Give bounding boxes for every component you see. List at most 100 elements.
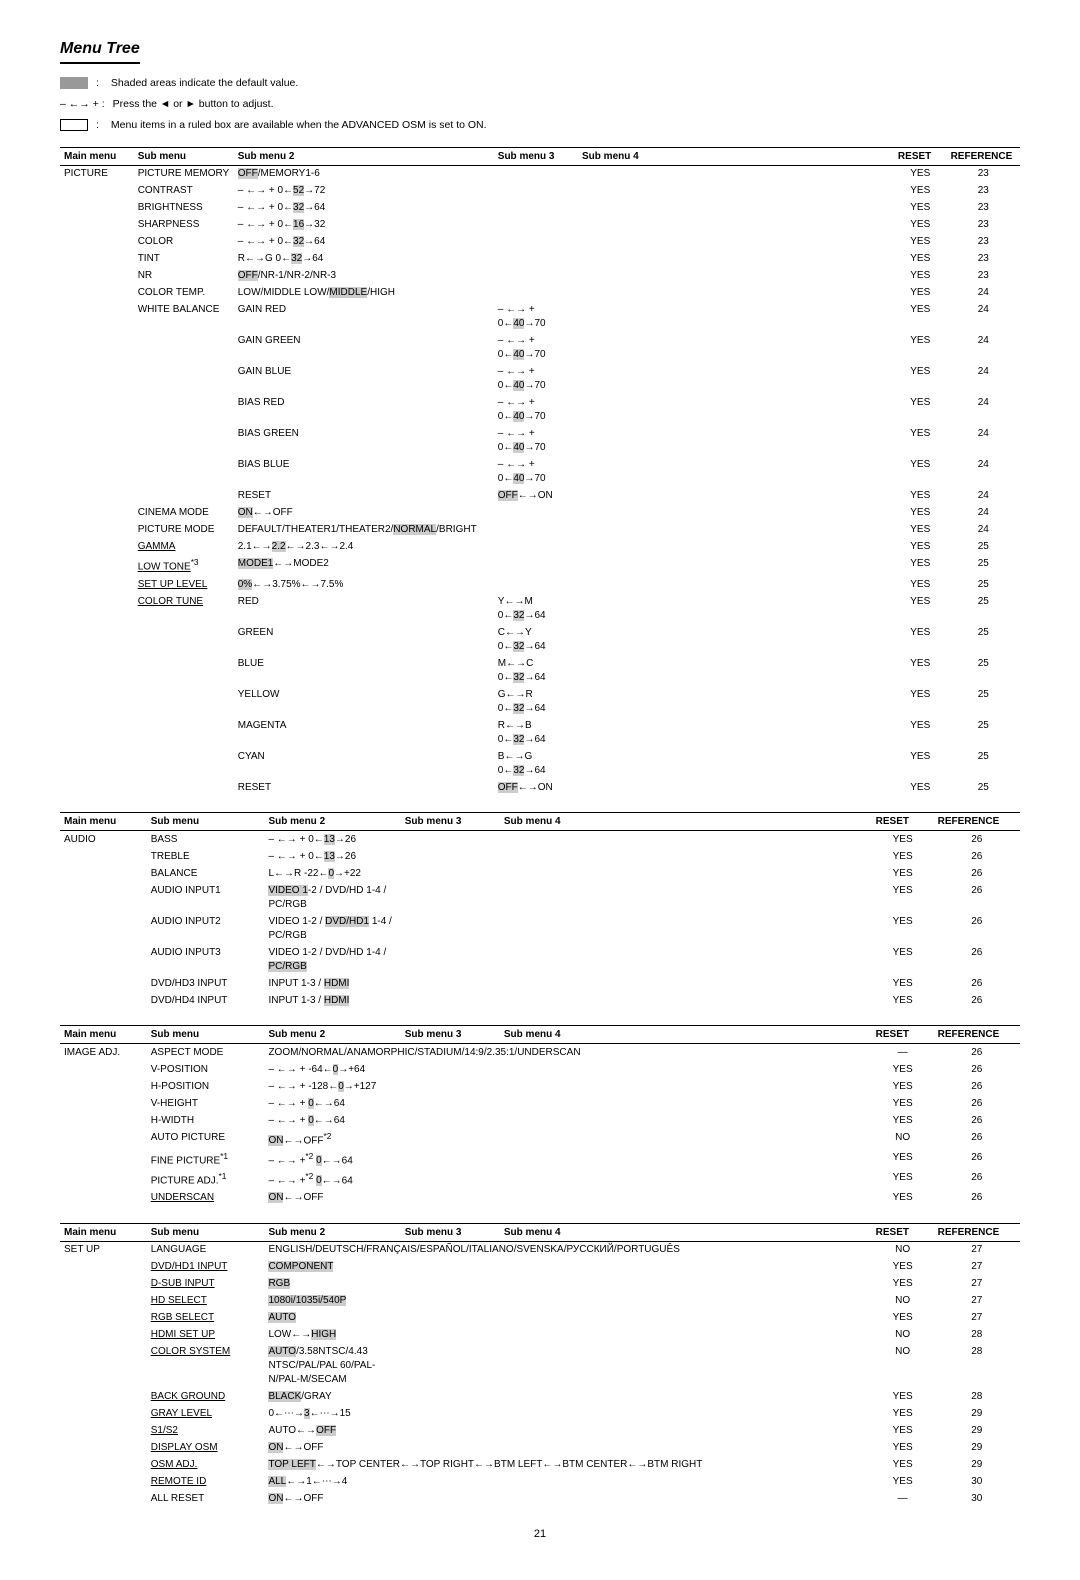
table-row: BIAS RED – ←→ + 0←40→70 YES 24: [60, 395, 1020, 426]
sub2: GAIN GREEN: [234, 333, 494, 364]
table-row: MAGENTA R←→B 0←32→64 YES 25: [60, 717, 1020, 748]
sub1-osm-adj: OSM ADJ.: [147, 1457, 265, 1474]
sub3: B←→G 0←32→64: [494, 748, 578, 779]
sub2: BLUE: [234, 655, 494, 686]
sub2: – ←→ + 0←→64: [264, 1112, 400, 1129]
ruled-icon: [60, 119, 88, 131]
sub2: LOW←→HIGH: [264, 1327, 400, 1344]
reset: YES: [894, 165, 947, 183]
sub1: DVD/HD4 INPUT: [147, 992, 265, 1009]
sub2: – ←→ + 0←32→64: [234, 200, 494, 217]
sub3: Y←→M 0←32→64: [494, 593, 578, 624]
sub1: BALANCE: [147, 865, 265, 882]
sub1: H-POSITION: [147, 1078, 265, 1095]
sub2: – ←→ +*2 0←→64: [264, 1149, 400, 1169]
sub3: R←→B 0←32→64: [494, 717, 578, 748]
table-row: REMOTE ID ALL←→1←⋯→4 YES 30: [60, 1474, 1020, 1491]
sub2: – ←→ +*2 0←→64: [264, 1170, 400, 1190]
table-row: FINE PICTURE*1 – ←→ +*2 0←→64 YES 26: [60, 1149, 1020, 1169]
sub2: TOP LEFT←→TOP CENTER←→TOP RIGHT←→BTM LEF…: [264, 1457, 871, 1474]
table-row: BALANCE L←→R -22←0→+22 YES 26: [60, 865, 1020, 882]
sub2: – ←→ + 0←32→64: [234, 234, 494, 251]
table-row: GREEN C←→Y 0←32→64 YES 25: [60, 624, 1020, 655]
sub2: GAIN BLUE: [234, 364, 494, 395]
sub1: AUTO PICTURE: [147, 1129, 265, 1149]
sub3: [494, 183, 578, 200]
header-sub1: Sub menu: [134, 147, 234, 165]
table-row: PICTURE ADJ.*1 – ←→ +*2 0←→64 YES 26: [60, 1170, 1020, 1190]
sub2: – ←→ + 0←13→26: [264, 831, 400, 849]
sub1-dvd-hd1: DVD/HD1 INPUT: [147, 1259, 265, 1276]
sub2: YELLOW: [234, 686, 494, 717]
table-row: RGB SELECT AUTO YES 27: [60, 1310, 1020, 1327]
arrow-label: Press the ◄ or ► button to adjust.: [113, 95, 274, 114]
sub2: BIAS BLUE: [234, 457, 494, 488]
sub1: V-POSITION: [147, 1061, 265, 1078]
sub1: AUDIO INPUT2: [147, 913, 265, 944]
legend: : Shaded areas indicate the default valu…: [60, 74, 1020, 135]
table-row: SET UP LANGUAGE ENGLISH/DEUTSCH/FRANÇAIS…: [60, 1241, 1020, 1259]
table-row: GAIN BLUE – ←→ + 0←40→70 YES 24: [60, 364, 1020, 395]
sub1-underscan: UNDERSCAN: [147, 1190, 265, 1207]
sub1: BRIGHTNESS: [134, 200, 234, 217]
sub2: ON←→OFF: [234, 505, 494, 522]
sub2: VIDEO 1-2 / DVD/HD 1-4 / PC/RGB: [264, 944, 400, 975]
sub2: CYAN: [234, 748, 494, 779]
table-row: AUTO PICTURE ON←→OFF*2 NO 26: [60, 1129, 1020, 1149]
main-menu-audio: AUDIO: [60, 831, 147, 1010]
sub1: V-HEIGHT: [147, 1095, 265, 1112]
sub2: RESET: [234, 779, 494, 796]
menu-table-1: Main menu Sub menu Sub menu 2 Sub menu 3…: [60, 147, 1020, 796]
ruled-label: Menu items in a ruled box are available …: [111, 116, 487, 135]
sub2: 0%←→3.75%←→7.5%: [234, 576, 494, 593]
table-row: SHARPNESS – ←→ + 0←16→32 YES 23: [60, 217, 1020, 234]
menu-table-2: Main menu Sub menu Sub menu 2 Sub menu 3…: [60, 812, 1020, 1009]
table-row: DISPLAY OSM ON←→OFF YES 29: [60, 1440, 1020, 1457]
ref: 23: [947, 165, 1020, 183]
sub3: M←→C 0←32→64: [494, 655, 578, 686]
table-row: HDMI SET UP LOW←→HIGH NO 28: [60, 1327, 1020, 1344]
page-title: Menu Tree: [60, 40, 140, 64]
sub1: AUDIO INPUT1: [147, 882, 265, 913]
legend-arrow-row: – ←→ + : Press the ◄ or ► button to adju…: [60, 95, 1020, 114]
table-row: D-SUB INPUT RGB YES 27: [60, 1276, 1020, 1293]
sub2: – ←→ + 0←→64: [264, 1095, 400, 1112]
sub1-gamma: GAMMA: [134, 539, 234, 556]
table-row: ALL RESET ON←→OFF — 30: [60, 1491, 1020, 1508]
sub2: BIAS RED: [234, 395, 494, 426]
table-row: UNDERSCAN ON←→OFF YES 26: [60, 1190, 1020, 1207]
table-row: GAIN GREEN – ←→ + 0←40→70 YES 24: [60, 333, 1020, 364]
header-sub4: Sub menu 4: [578, 147, 894, 165]
table-row: NR OFF/NR-1/NR-2/NR-3 YES 23: [60, 268, 1020, 285]
header-sub2: Sub menu 2: [234, 147, 494, 165]
sub3: – ←→ + 0←40→70: [494, 333, 578, 364]
sub2: 1080i/1035i/540P: [264, 1293, 400, 1310]
sub4: [578, 183, 894, 200]
sub2: LOW/MIDDLE LOW/MIDDLE/HIGH: [234, 285, 494, 302]
sub2: RED: [234, 593, 494, 624]
sub1-picture-memory: PICTURE MEMORY: [134, 165, 234, 183]
sub3: – ←→ + 0←40→70: [494, 364, 578, 395]
sub2: INPUT 1-3 / HDMI: [264, 975, 400, 992]
sub1-dsub: D-SUB INPUT: [147, 1276, 265, 1293]
table-row: COLOR TEMP. LOW/MIDDLE LOW/MIDDLE/HIGH Y…: [60, 285, 1020, 302]
sub2: AUTO/3.58NTSC/4.43 NTSC/PAL/PAL 60/PAL-N…: [264, 1344, 400, 1389]
legend-ruled-row: : Menu items in a ruled box are availabl…: [60, 116, 1020, 135]
table-row: OSM ADJ. TOP LEFT←→TOP CENTER←→TOP RIGHT…: [60, 1457, 1020, 1474]
sub1: FINE PICTURE*1: [147, 1149, 265, 1169]
sub1: LANGUAGE: [147, 1241, 265, 1259]
table-row: PICTURE PICTURE MEMORY OFF/MEMORY1-6 YES…: [60, 165, 1020, 183]
sub3: – ←→ + 0←40→70: [494, 426, 578, 457]
table-row: DVD/HD4 INPUT INPUT 1-3 / HDMI YES 26: [60, 992, 1020, 1009]
sub1: DVD/HD3 INPUT: [147, 975, 265, 992]
sub2: MAGENTA: [234, 717, 494, 748]
sub1-gray-level: GRAY LEVEL: [147, 1406, 265, 1423]
sub2: ZOOM/NORMAL/ANAMORPHIC/STADIUM/14:9/2.35…: [264, 1044, 871, 1062]
sub1: CINEMA MODE: [134, 505, 234, 522]
header-reset: RESET: [894, 147, 947, 165]
header-ref: REFERENCE: [947, 147, 1020, 165]
sub2: BIAS GREEN: [234, 426, 494, 457]
table-row: V-HEIGHT – ←→ + 0←→64 YES 26: [60, 1095, 1020, 1112]
table-row: CONTRAST – ←→ + 0←52→72 YES 23: [60, 183, 1020, 200]
sub2: – ←→ + -128←0→+127: [264, 1078, 400, 1095]
